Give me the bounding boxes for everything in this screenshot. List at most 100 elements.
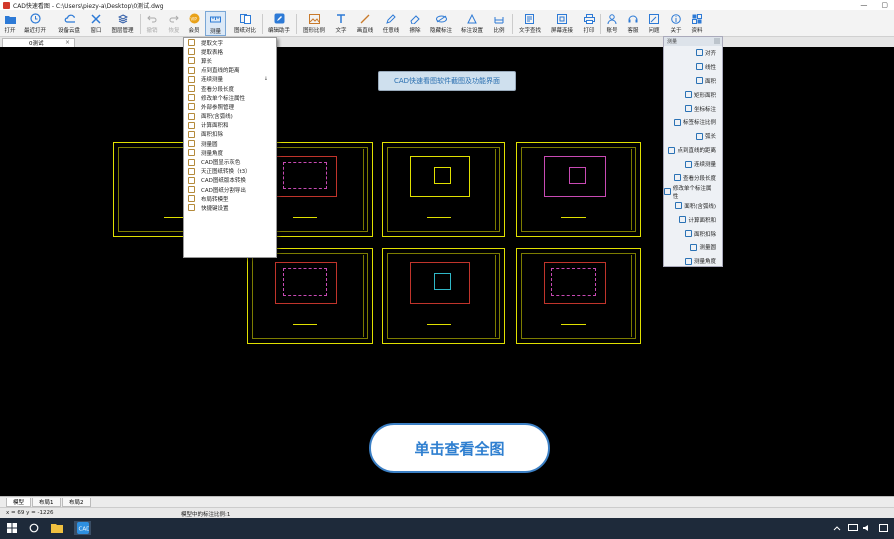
- drawing-sheet[interactable]: [382, 142, 505, 237]
- menu-item-segment[interactable]: 查看分段长度: [184, 84, 276, 93]
- network-icon[interactable]: [848, 521, 858, 535]
- measure-item-coord[interactable]: 坐标标注: [664, 102, 722, 116]
- area-sum-icon: [679, 216, 687, 224]
- menu-item-version[interactable]: CAD图纸版本转换: [184, 176, 276, 185]
- split-icon: [188, 186, 195, 194]
- print-button[interactable]: 打印: [581, 11, 597, 36]
- search-icon[interactable]: [27, 521, 41, 535]
- measure-item-arc[interactable]: 弧长: [664, 129, 722, 143]
- scale-button[interactable]: 比例: [491, 11, 507, 36]
- menu-item-shortcut[interactable]: 快捷键设置: [184, 203, 276, 212]
- erase-button[interactable]: 擦除: [407, 11, 423, 36]
- menu-item-tz-convert[interactable]: 天正图纸转换（t3）: [184, 167, 276, 176]
- drawing-canvas[interactable]: CAD快速看图软件截图及功能界面 单击查看全图: [0, 47, 894, 496]
- drawing-sheet[interactable]: [516, 248, 641, 344]
- maximize-button[interactable]: ▢: [881, 0, 888, 10]
- annotation-settings-button[interactable]: 标注设置: [459, 11, 485, 36]
- cad-app-icon[interactable]: CAD: [74, 521, 91, 535]
- resources-button[interactable]: 资料: [689, 11, 705, 36]
- freehand-button[interactable]: 任意线: [381, 11, 401, 36]
- cloud-button[interactable]: 设备云盘: [57, 11, 81, 36]
- close-tab-icon[interactable]: ×: [65, 39, 70, 46]
- menu-item-extract-text[interactable]: 提取文字: [184, 38, 276, 47]
- document-tab[interactable]: 0测试 ×: [2, 38, 75, 47]
- tab-layout2[interactable]: 布局2: [62, 498, 91, 507]
- screenshot-icon: [557, 13, 568, 24]
- measure-dropdown-menu: 提取文字 提取表格 算长 点到直线的距离 连续测量 ↓ 查看分段长度 修改单个标注…: [183, 37, 277, 258]
- measure-item-align[interactable]: 对齐: [664, 46, 722, 60]
- open-button[interactable]: 打开: [2, 11, 18, 36]
- drawing-sheet[interactable]: [247, 248, 373, 344]
- menu-item-layout-model[interactable]: 布局转模型: [184, 194, 276, 203]
- angle-icon: [188, 149, 195, 157]
- menu-item-gray[interactable]: CAD图显示灰色: [184, 157, 276, 166]
- measure-item-linear[interactable]: 线性: [664, 60, 722, 74]
- screen-connect-button[interactable]: 屏幕连接: [549, 11, 575, 36]
- account-button[interactable]: 账号: [604, 11, 620, 36]
- menu-item-length[interactable]: 算长: [184, 56, 276, 65]
- measure-item-area-subtract[interactable]: 面积扣除: [664, 227, 722, 241]
- vip-button[interactable]: VIP 会员: [186, 11, 202, 36]
- measure-item-area-sum[interactable]: 计算面积和: [664, 213, 722, 227]
- notification-icon[interactable]: [878, 521, 888, 535]
- minimize-button[interactable]: —: [860, 0, 867, 10]
- volume-icon[interactable]: [862, 521, 872, 535]
- menu-item-continuous[interactable]: 连续测量 ↓: [184, 75, 276, 84]
- redo-button[interactable]: 恢复: [166, 11, 182, 36]
- menu-item-area-sum[interactable]: 计算面积和: [184, 121, 276, 130]
- menu-item-split[interactable]: CAD图纸分割导出: [184, 185, 276, 194]
- hide-annotation-button[interactable]: 隐藏标注: [428, 11, 454, 36]
- menu-item-extract-table[interactable]: 提取表格: [184, 47, 276, 56]
- drawing-sheet[interactable]: [516, 142, 641, 237]
- about-button[interactable]: 关于: [668, 11, 684, 36]
- undo-button[interactable]: 撤销: [144, 11, 160, 36]
- image-ratio-button[interactable]: 图形比例: [301, 11, 327, 36]
- menu-item-circle[interactable]: 测量圆: [184, 139, 276, 148]
- window-button[interactable]: 窗口: [88, 11, 104, 36]
- menu-item-point-line[interactable]: 点到直线的距离: [184, 66, 276, 75]
- measure-item-continuous[interactable]: 连续测量: [664, 157, 722, 171]
- status-bar: x = 69 y = -1226 模型中的标注比例:1: [0, 507, 894, 518]
- menu-item-xref[interactable]: 外部参照管理: [184, 102, 276, 111]
- tray-arrow-icon[interactable]: [832, 521, 842, 535]
- measure-item-edit-annotation[interactable]: 修改单个标注属性: [664, 185, 722, 200]
- measure-button[interactable]: 测量: [205, 11, 226, 36]
- svg-text:CAD: CAD: [78, 527, 89, 533]
- measure-item-label-scale[interactable]: 标签标注比例: [664, 115, 722, 129]
- menu-item-area-arc[interactable]: 面积(含弧线): [184, 112, 276, 121]
- menu-item-angle[interactable]: 测量角度: [184, 148, 276, 157]
- tab-model[interactable]: 模型: [6, 498, 32, 507]
- measure-panel: 测量 对齐 线性 面积 矩形面积 坐标标注 标签标注比例 弧长 点到直线的距离 …: [663, 36, 723, 267]
- measure-item-rect-area[interactable]: 矩形面积: [664, 88, 722, 102]
- measure-item-angle[interactable]: 测量角度: [664, 254, 722, 268]
- area-arc-icon: [188, 112, 195, 120]
- line-label: 画直线: [356, 28, 374, 34]
- view-all-button[interactable]: 单击查看全图: [369, 423, 550, 473]
- measure-item-point-line[interactable]: 点到直线的距离: [664, 143, 722, 157]
- redo-label: 恢复: [168, 28, 180, 34]
- menu-item-edit-annotation[interactable]: 修改单个标注属性: [184, 93, 276, 102]
- measure-item-area[interactable]: 面积: [664, 74, 722, 88]
- print-label: 打印: [583, 28, 595, 34]
- edit-assistant-button[interactable]: 编辑助手: [266, 11, 292, 36]
- text-button[interactable]: 文字: [333, 11, 349, 36]
- compare-button[interactable]: 图纸对比: [232, 11, 258, 36]
- measure-item-circle[interactable]: 测量圆: [664, 240, 722, 254]
- service-button[interactable]: 客服: [625, 11, 641, 36]
- close-icon[interactable]: [714, 38, 720, 44]
- measure-item-segment[interactable]: 查看分段长度: [664, 171, 722, 185]
- recent-button[interactable]: 最近打开: [24, 11, 46, 36]
- file-explorer-icon[interactable]: [50, 521, 64, 535]
- measure-item-area-arc[interactable]: 面积(含弧线): [664, 199, 722, 213]
- layers-button[interactable]: 图层管理: [110, 11, 135, 36]
- drawing-sheet[interactable]: [382, 248, 505, 344]
- windows-start-icon[interactable]: [5, 521, 19, 535]
- feedback-button[interactable]: 问题: [646, 11, 662, 36]
- measure-label: 测量: [209, 29, 221, 35]
- arc-icon: [695, 132, 703, 140]
- find-text-button[interactable]: 文字查找: [517, 11, 543, 36]
- line-button[interactable]: 画直线: [355, 11, 375, 36]
- tab-layout1[interactable]: 布局1: [32, 498, 61, 507]
- menu-item-area-subtract[interactable]: 面积扣除: [184, 130, 276, 139]
- freehand-label: 任意线: [382, 28, 400, 34]
